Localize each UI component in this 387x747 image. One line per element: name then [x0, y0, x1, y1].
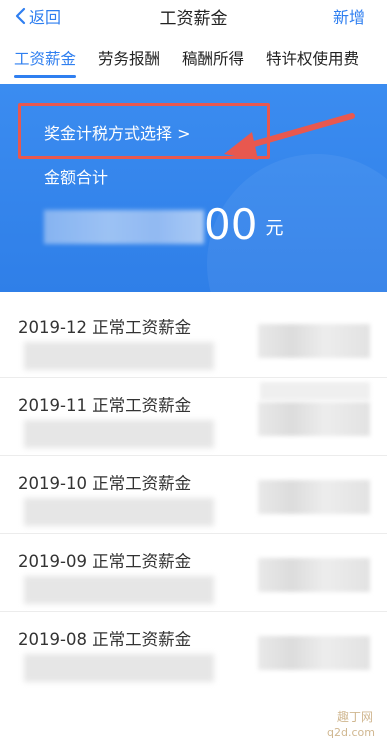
watermark-url: q2d.com — [327, 726, 375, 739]
record-title: 2019-08 正常工资薪金 — [18, 630, 192, 649]
total-amount-label: 金额合计 — [44, 168, 109, 187]
page-title: 工资薪金 — [159, 9, 228, 29]
redacted-detail — [24, 576, 214, 604]
redacted-detail — [24, 420, 214, 448]
list-item[interactable]: 2019-09 正常工资薪金 — [0, 534, 387, 612]
add-button[interactable]: 新增 — [333, 4, 365, 28]
list-item[interactable]: 2019-12 正常工资薪金 — [0, 300, 387, 378]
annotation-arrow-icon — [224, 113, 355, 160]
record-title: 2019-12 正常工资薪金 — [18, 318, 192, 337]
redacted-amount — [44, 210, 204, 244]
record-title: 2019-10 正常工资薪金 — [18, 474, 192, 493]
amount-unit: 元 — [265, 218, 284, 239]
redacted-amount — [258, 402, 370, 436]
salary-record-list: 2019-12 正常工资薪金 2019-11 正常工资薪金 2019-10 正常… — [0, 300, 387, 682]
redacted-amount — [258, 558, 370, 592]
redacted-detail — [24, 342, 214, 370]
list-item[interactable]: 2019-10 正常工资薪金 — [0, 456, 387, 534]
tab-royalties[interactable]: 特许权使用费 — [260, 38, 365, 80]
nav-bar: 返回 工资薪金 新增 — [0, 0, 387, 34]
amount-value: 00 — [204, 200, 258, 249]
list-item[interactable]: 2019-08 正常工资薪金 — [0, 612, 387, 682]
redacted-amount — [258, 480, 370, 514]
list-item[interactable]: 2019-11 正常工资薪金 — [0, 378, 387, 456]
redacted-detail — [260, 382, 370, 400]
record-title: 2019-09 正常工资薪金 — [18, 552, 192, 571]
watermark-logo: 趣丁网 — [336, 710, 373, 724]
total-amount: 00 元 — [44, 202, 283, 248]
summary-banner: 奖金计税方式选择 > 金额合计 00 元 — [0, 84, 387, 292]
tab-author-remuneration[interactable]: 稿酬所得 — [176, 38, 250, 80]
tab-salary[interactable]: 工资薪金 — [8, 38, 82, 80]
redacted-detail — [24, 498, 214, 526]
record-title: 2019-11 正常工资薪金 — [18, 396, 192, 415]
tab-labor-remuneration[interactable]: 劳务报酬 — [92, 38, 166, 80]
redacted-amount — [258, 636, 370, 670]
category-tabs: 工资薪金 劳务报酬 稿酬所得 特许权使用费 — [0, 38, 387, 80]
redacted-detail — [24, 654, 214, 682]
redacted-amount — [258, 324, 370, 358]
